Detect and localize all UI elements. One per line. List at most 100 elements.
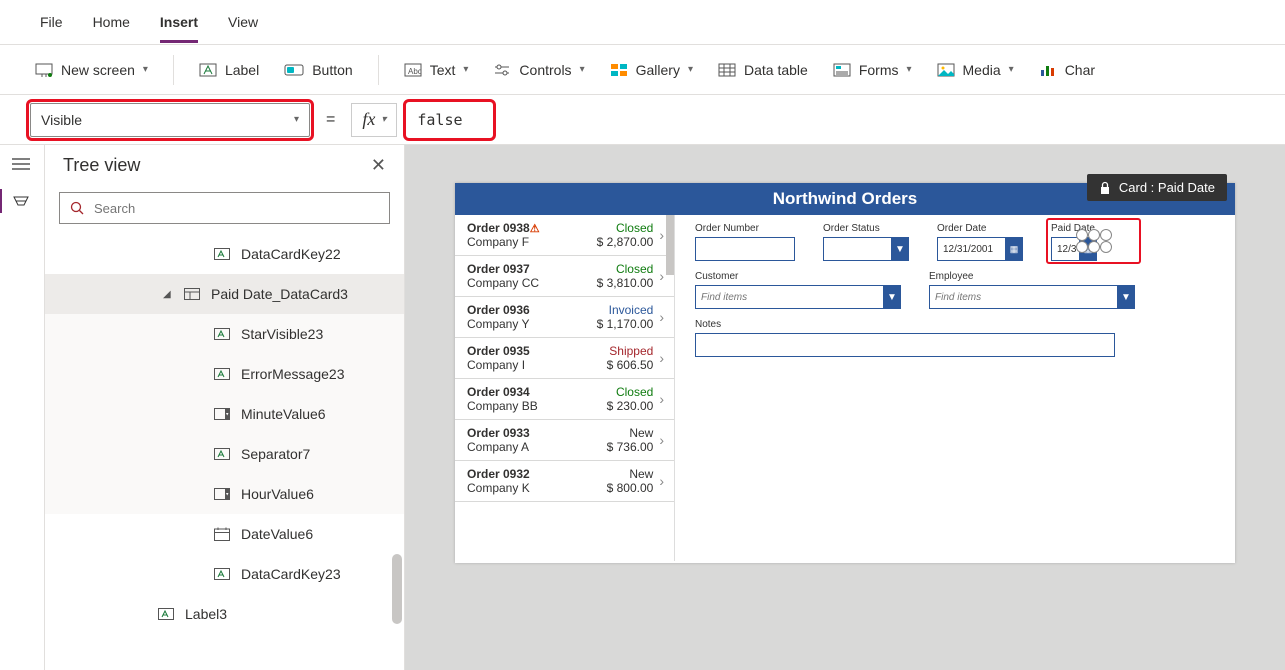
charts-icon — [1039, 63, 1057, 77]
chevron-right-icon[interactable]: › — [659, 432, 664, 448]
button-label: Button — [312, 62, 352, 78]
tree-item-starvisible[interactable]: StarVisible23 — [45, 314, 404, 354]
tree-label: Label3 — [185, 606, 227, 622]
table-icon — [718, 63, 736, 77]
search-field[interactable] — [94, 201, 379, 216]
order-status-select[interactable] — [823, 237, 893, 261]
company-name: Company K — [467, 481, 530, 495]
tree-label: ErrorMessage23 — [241, 366, 345, 382]
chevron-down-icon: ▾ — [688, 64, 693, 75]
placeholder: Find items — [935, 292, 981, 303]
order-amount: $ 230.00 — [607, 399, 654, 413]
gallery-item[interactable]: Order 0936Company YInvoiced$ 1,170.00› — [455, 297, 674, 338]
chevron-right-icon[interactable]: › — [659, 309, 664, 325]
order-date-input[interactable]: 12/31/2001 — [937, 237, 1007, 261]
order-number-input[interactable] — [695, 237, 795, 261]
tree-item-separator[interactable]: Separator7 — [45, 434, 404, 474]
tree-item-hourvalue[interactable]: HourValue6 — [45, 474, 404, 514]
gallery-item[interactable]: Order 0938⚠Company FClosed$ 2,870.00› — [455, 215, 674, 256]
gallery-item[interactable]: Order 0935Company IShipped$ 606.50› — [455, 338, 674, 379]
chevron-down-icon: ▾ — [906, 64, 911, 75]
label-icon — [213, 447, 231, 461]
tree-label: HourValue6 — [241, 486, 314, 502]
order-status: Invoiced — [597, 303, 654, 317]
scrollbar[interactable] — [392, 554, 402, 624]
gallery-scrollbar[interactable] — [666, 215, 674, 275]
label-icon — [213, 367, 231, 381]
tree-item-datacardkey22[interactable]: DataCardKey22 — [45, 234, 404, 274]
gallery-icon — [610, 63, 628, 77]
tree-item-paid-date-card[interactable]: ◢ Paid Date_DataCard3 — [45, 274, 404, 314]
selection-handles[interactable] — [1076, 229, 1112, 253]
gallery-button[interactable]: Gallery ▾ — [610, 62, 693, 78]
canvas[interactable]: Card : Paid Date Northwind Orders Order … — [405, 145, 1285, 670]
order-status: Closed — [597, 262, 654, 276]
svg-text:Abc: Abc — [408, 67, 422, 76]
company-name: Company I — [467, 358, 530, 372]
menu-insert[interactable]: Insert — [160, 14, 198, 43]
close-icon[interactable]: ✕ — [371, 155, 386, 176]
chevron-right-icon[interactable]: › — [659, 227, 664, 243]
menu-home[interactable]: Home — [93, 14, 130, 30]
menu-file[interactable]: File — [40, 14, 63, 30]
chevron-right-icon[interactable]: › — [659, 350, 664, 366]
chevron-down-icon: ▾ — [580, 64, 585, 75]
hamburger-icon[interactable] — [12, 157, 32, 173]
tree-item-label3[interactable]: Label3 — [45, 594, 404, 634]
order-number: Order 0938⚠ — [467, 221, 540, 235]
gallery-item[interactable]: Order 0932Company KNew$ 800.00› — [455, 461, 674, 502]
search-input[interactable] — [59, 192, 390, 224]
chevron-right-icon[interactable]: › — [659, 391, 664, 407]
tree-label: DataCardKey22 — [241, 246, 341, 262]
order-number: Order 0933 — [467, 426, 530, 440]
charts-label: Char — [1065, 62, 1095, 78]
chevron-down-icon[interactable]: ▼ — [883, 285, 901, 309]
notes-input[interactable] — [695, 333, 1115, 357]
calendar-icon[interactable]: ▦ — [1005, 237, 1023, 261]
datatable-label: Data table — [744, 62, 808, 78]
orders-gallery[interactable]: Order 0938⚠Company FClosed$ 2,870.00›Ord… — [455, 215, 675, 561]
tooltip-text: Card : Paid Date — [1119, 180, 1215, 195]
employee-select[interactable]: Find items — [929, 285, 1119, 309]
gallery-item[interactable]: Order 0934Company BBClosed$ 230.00› — [455, 379, 674, 420]
customer-select[interactable]: Find items — [695, 285, 885, 309]
forms-button[interactable]: Forms ▾ — [833, 62, 912, 78]
tree-item-errormessage[interactable]: ErrorMessage23 — [45, 354, 404, 394]
selection-outline — [1046, 218, 1141, 264]
chevron-right-icon[interactable]: › — [659, 268, 664, 284]
gallery-item[interactable]: Order 0937Company CCClosed$ 3,810.00› — [455, 256, 674, 297]
new-screen-button[interactable]: New screen ▾ — [35, 62, 148, 78]
tree-view-icon[interactable] — [12, 193, 32, 209]
gallery-item[interactable]: Order 0933Company ANew$ 736.00› — [455, 420, 674, 461]
tree-item-datevalue[interactable]: DateValue6 — [45, 514, 404, 554]
text-button[interactable]: Abc Text ▾ — [404, 62, 469, 78]
label-button[interactable]: Label — [199, 62, 259, 78]
charts-button[interactable]: Char — [1039, 62, 1095, 78]
property-selector[interactable]: Visible ▾ — [30, 103, 310, 137]
dropdown-icon — [213, 487, 231, 501]
order-amount: $ 1,170.00 — [597, 317, 654, 331]
order-status: Closed — [607, 385, 654, 399]
tree-item-datacardkey23[interactable]: DataCardKey23 — [45, 554, 404, 594]
fx-button[interactable]: fx ▾ — [351, 103, 397, 137]
controls-button[interactable]: Controls ▾ — [493, 62, 584, 78]
chevron-down-icon[interactable]: ▼ — [891, 237, 909, 261]
lock-icon — [1099, 181, 1111, 195]
notes-label: Notes — [695, 319, 1115, 330]
order-status: New — [607, 426, 654, 440]
media-button[interactable]: Media ▾ — [937, 62, 1014, 78]
chevron-down-icon: ▾ — [1009, 64, 1014, 75]
card-icon — [183, 287, 201, 301]
collapse-caret-icon[interactable]: ◢ — [163, 289, 171, 300]
formula-bar: Visible ▾ = fx ▾ false — [0, 95, 1285, 145]
formula-input[interactable]: false — [407, 103, 492, 137]
customer-label: Customer — [695, 271, 901, 282]
fx-label: fx — [362, 109, 375, 130]
chevron-right-icon[interactable]: › — [659, 473, 664, 489]
datatable-button[interactable]: Data table — [718, 62, 808, 78]
button-button[interactable]: Button — [284, 62, 352, 78]
chevron-down-icon[interactable]: ▼ — [1117, 285, 1135, 309]
menu-view[interactable]: View — [228, 14, 258, 30]
left-rail — [0, 145, 45, 670]
tree-item-minutevalue[interactable]: MinuteValue6 — [45, 394, 404, 434]
